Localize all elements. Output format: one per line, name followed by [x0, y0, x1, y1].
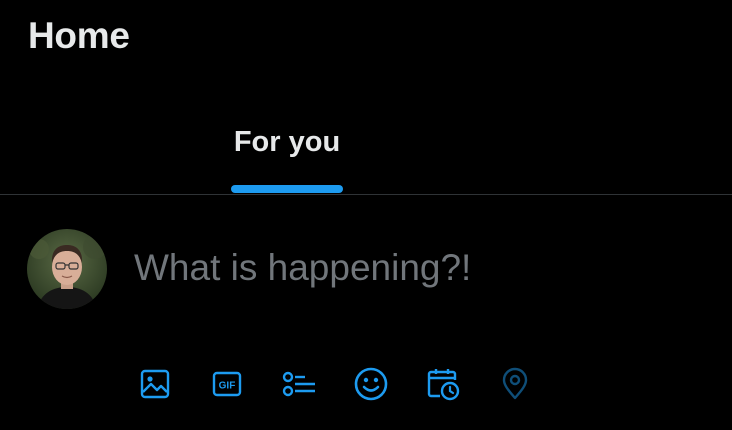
gif-icon-text: GIF — [219, 381, 236, 392]
avatar[interactable] — [27, 229, 107, 309]
poll-button[interactable] — [275, 360, 323, 408]
tab-for-you[interactable]: For you — [0, 104, 574, 194]
gif-icon: GIF — [212, 371, 242, 397]
compose-input[interactable] — [134, 243, 714, 293]
tab-active-indicator — [231, 185, 343, 193]
media-button[interactable] — [131, 360, 179, 408]
compose-toolbar: GIF — [0, 360, 732, 410]
emoji-button[interactable] — [347, 360, 395, 408]
tabs-divider — [0, 194, 732, 195]
tab-bar: For you — [0, 104, 732, 194]
emoji-icon — [354, 367, 388, 401]
location-button[interactable] — [491, 360, 539, 408]
tab-for-you-label: For you — [233, 126, 341, 158]
schedule-icon — [427, 369, 460, 401]
avatar-image — [27, 229, 107, 309]
gif-button[interactable]: GIF — [203, 360, 251, 408]
schedule-button[interactable] — [419, 360, 467, 408]
poll-icon — [282, 371, 315, 397]
location-icon — [502, 367, 528, 400]
media-icon — [140, 369, 170, 399]
page-title: Home — [28, 15, 130, 56]
